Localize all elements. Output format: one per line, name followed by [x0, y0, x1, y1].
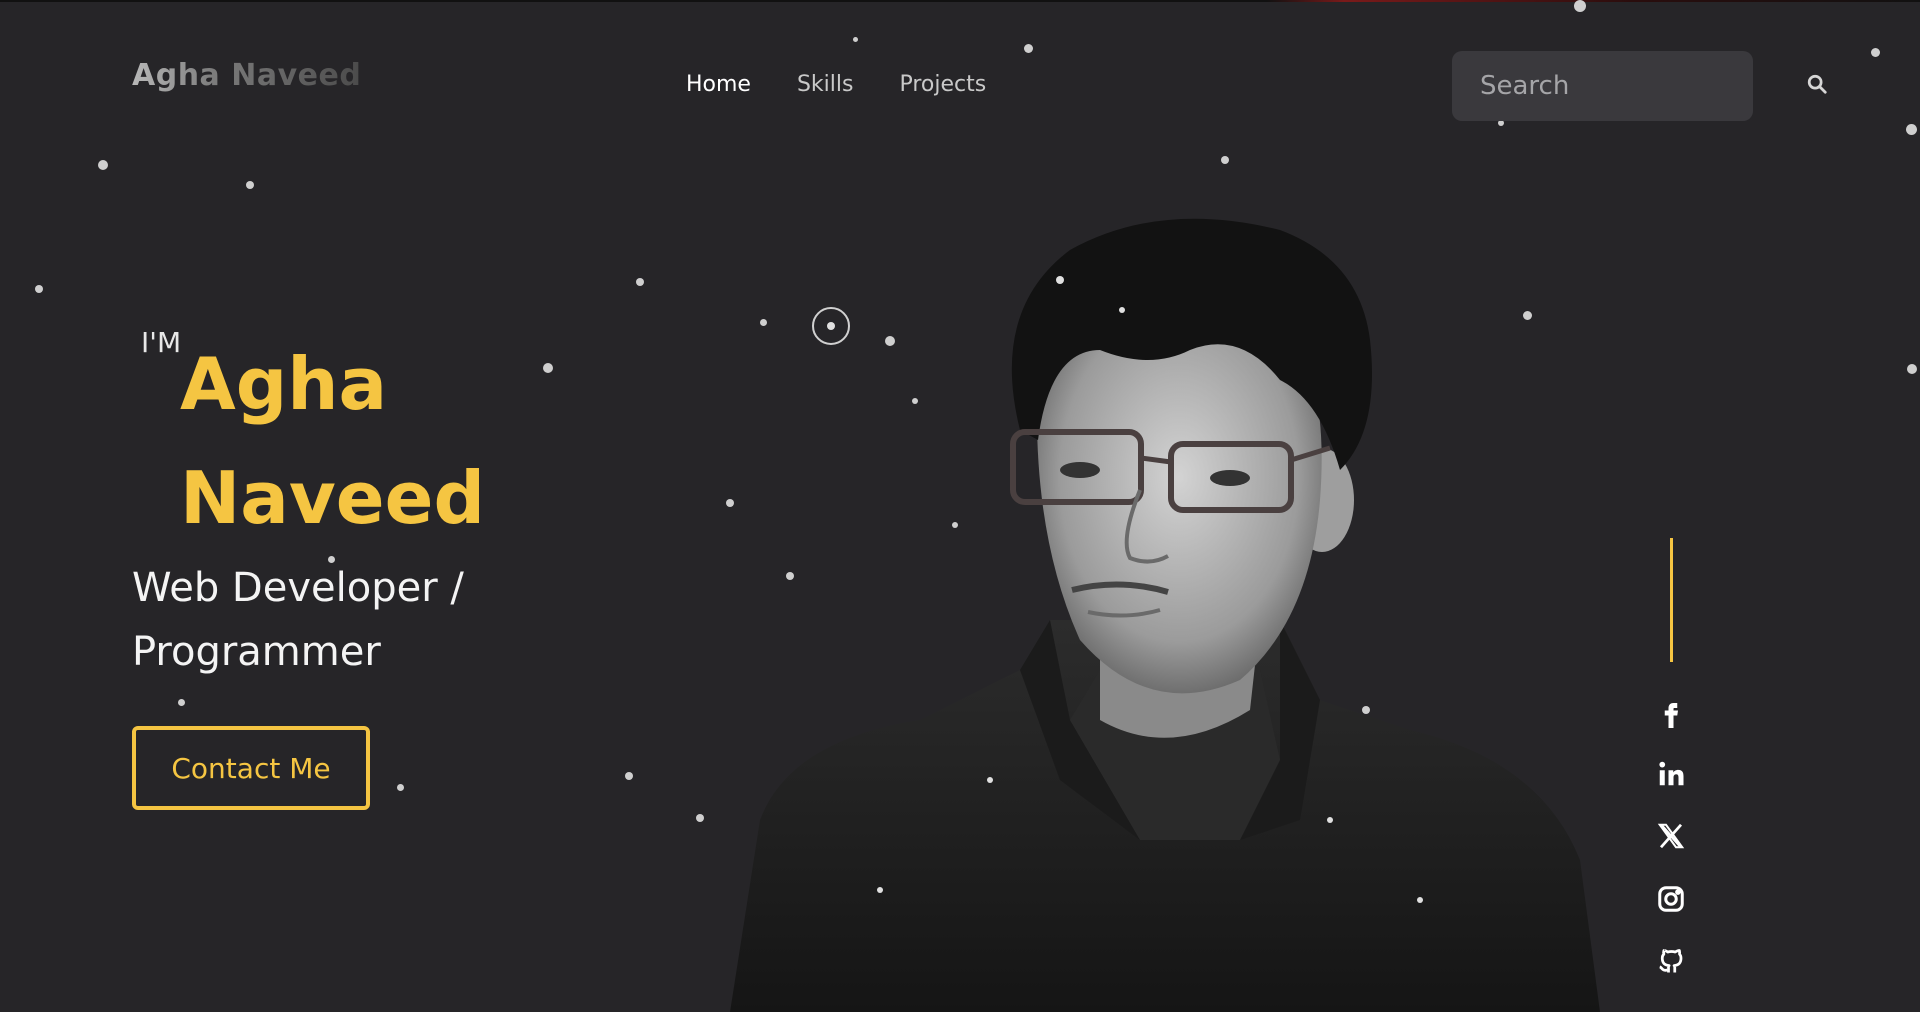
search-icon[interactable] [1806, 73, 1828, 99]
search-box [1452, 51, 1827, 121]
top-accent-line [0, 0, 1920, 2]
hero-role: Web Developer / Programmer [132, 565, 464, 675]
nav-home[interactable]: Home [686, 72, 751, 97]
facebook-icon[interactable] [1652, 694, 1690, 732]
hero-last-name: Naveed [180, 456, 485, 540]
instagram-icon[interactable] [1652, 880, 1690, 918]
github-icon[interactable] [1652, 941, 1690, 979]
social-divider [1670, 538, 1673, 662]
linkedin-icon[interactable] [1652, 755, 1690, 793]
search-input[interactable] [1478, 70, 1806, 102]
main-nav: Home Skills Projects [686, 72, 986, 97]
contact-me-button[interactable]: Contact Me [132, 726, 370, 810]
hero-first-name: Agha [180, 342, 388, 426]
site-logo[interactable]: Agha Naveed [132, 58, 361, 93]
x-twitter-icon[interactable] [1652, 817, 1690, 855]
intro-text: I'M [141, 326, 182, 359]
profile-photo [730, 218, 1600, 1012]
nav-projects[interactable]: Projects [899, 72, 986, 97]
nav-skills[interactable]: Skills [797, 72, 854, 97]
